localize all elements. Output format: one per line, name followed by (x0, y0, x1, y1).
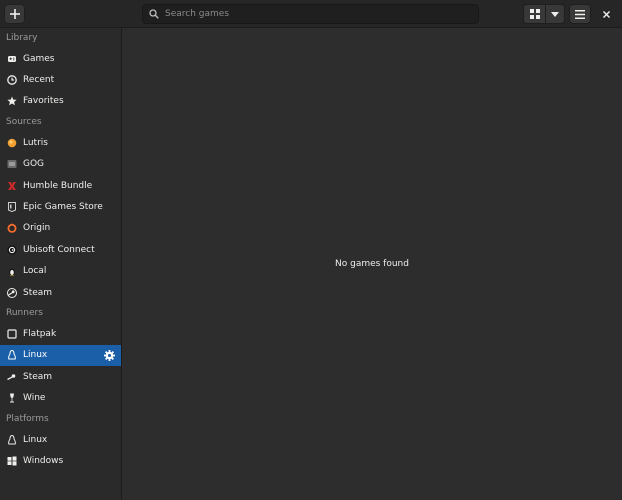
sidebar-item-label: GOG (23, 159, 45, 170)
sidebar-item-label: Steam (23, 287, 53, 298)
sidebar-item-label: Favorites (23, 96, 64, 107)
main-menu-button[interactable] (569, 4, 591, 24)
sidebar-item-label: Ubisoft Connect (23, 244, 95, 255)
sidebar-item-label: Local (23, 266, 47, 277)
empty-state-message: No games found (335, 259, 409, 269)
sidebar-item-linux-runner[interactable]: Linux (0, 344, 121, 367)
search-input[interactable] (165, 9, 465, 19)
gear-icon[interactable] (104, 349, 115, 364)
sidebar-item-label: Origin (23, 223, 51, 234)
sidebar-item-favorites[interactable]: Favorites (0, 91, 121, 112)
sidebar-item-label: Games (23, 53, 55, 64)
hamburger-icon (575, 9, 585, 19)
search-icon (149, 9, 159, 19)
sidebar-item-label: Recent (23, 75, 55, 86)
plus-icon (9, 9, 20, 19)
sidebar: Library Games Recent Favorites Sources L… (0, 28, 122, 500)
sidebar-item-label: Windows (23, 455, 64, 466)
sidebar-item-label: Epic Games Store (23, 202, 103, 213)
sidebar-item-label: Linux (23, 350, 48, 361)
games-view: No games found (122, 28, 622, 500)
wine-glass-icon (7, 393, 17, 403)
origin-icon (7, 223, 17, 234)
close-icon (602, 10, 610, 18)
view-options-button[interactable] (545, 4, 565, 24)
ubisoft-icon (7, 245, 17, 255)
sidebar-item-linux-platform[interactable]: Linux (0, 429, 121, 450)
section-title-library: Library (6, 33, 38, 43)
tux-icon (7, 434, 17, 445)
sidebar-item-origin[interactable]: Origin (0, 218, 121, 239)
sidebar-item-wine[interactable]: Wine (0, 387, 121, 408)
sidebar-item-label: Humble Bundle (23, 180, 93, 191)
tux-icon (7, 266, 17, 276)
steam-icon (7, 372, 17, 382)
sidebar-item-windows-platform[interactable]: Windows (0, 450, 121, 471)
gog-icon (7, 159, 17, 169)
sidebar-item-label: Steam (23, 371, 53, 382)
sidebar-item-humble-bundle[interactable]: Humble Bundle (0, 175, 121, 196)
clock-icon (7, 75, 17, 85)
view-toggle-button[interactable] (523, 4, 546, 24)
sidebar-item-label: Lutris (23, 137, 48, 148)
header-bar (0, 0, 622, 28)
steam-icon (7, 287, 17, 298)
sidebar-item-steam-runner[interactable]: Steam (0, 366, 121, 387)
sidebar-item-label: Linux (23, 434, 48, 445)
star-icon (7, 96, 17, 106)
epic-games-icon (7, 202, 17, 213)
sidebar-item-ubisoft-connect[interactable]: Ubisoft Connect (0, 239, 121, 260)
sidebar-item-label: Wine (23, 393, 46, 404)
gamepad-icon (7, 54, 17, 64)
close-button[interactable] (598, 6, 614, 22)
sidebar-item-epic-games-store[interactable]: Epic Games Store (0, 196, 121, 217)
tux-icon (7, 350, 17, 360)
sidebar-item-lutris[interactable]: Lutris (0, 132, 121, 153)
windows-icon (7, 456, 17, 466)
sidebar-item-gog[interactable]: GOG (0, 154, 121, 175)
grid-view-icon (529, 9, 540, 19)
humble-bundle-icon (7, 181, 17, 191)
chevron-down-icon (551, 11, 559, 17)
sidebar-item-games[interactable]: Games (0, 48, 121, 69)
sidebar-item-steam-source[interactable]: Steam (0, 282, 121, 303)
lutris-icon (7, 138, 17, 148)
sidebar-item-label: Flatpak (23, 328, 57, 339)
sidebar-item-local[interactable]: Local (0, 261, 121, 282)
sidebar-item-flatpak[interactable]: Flatpak (0, 323, 121, 344)
section-title-platforms: Platforms (6, 413, 49, 424)
search-field[interactable] (142, 4, 479, 24)
flatpak-icon (7, 329, 17, 339)
add-game-button[interactable] (4, 4, 25, 24)
section-title-sources: Sources (6, 117, 42, 128)
section-title-runners: Runners (6, 308, 43, 319)
sidebar-item-recent[interactable]: Recent (0, 69, 121, 90)
